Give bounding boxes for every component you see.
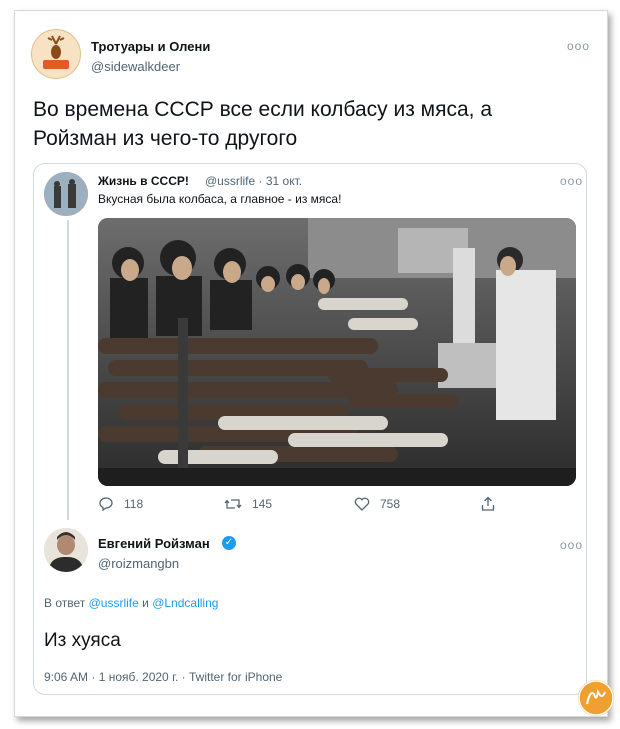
more-options-icon[interactable]: ооо — [567, 39, 590, 53]
author-name[interactable]: Тротуары и Олени — [91, 39, 210, 54]
reply-more-options-icon[interactable]: ооо — [560, 538, 583, 552]
reply-text: Из хуяса — [44, 630, 121, 651]
reply-author-handle[interactable]: @roizmangbn — [98, 556, 179, 571]
deer-logo-icon — [32, 30, 80, 78]
reply-icon — [99, 497, 113, 512]
tweet-text: Во времена СССР все если колбасу из мяса… — [33, 98, 493, 150]
quote-actions-bar: 118 145 758 — [98, 496, 518, 516]
quote-author-name[interactable]: Жизнь в СССР! — [98, 174, 189, 188]
share-action[interactable] — [480, 496, 496, 512]
quote-photo[interactable] — [98, 218, 576, 486]
watermark-logo-icon — [578, 680, 614, 716]
heart-icon — [354, 497, 370, 511]
reply-action[interactable]: 118 — [98, 496, 143, 512]
verified-badge-icon: ✓ — [222, 536, 236, 550]
share-icon — [481, 496, 495, 511]
monument-icon — [44, 172, 88, 216]
person-avatar-icon — [44, 528, 88, 572]
like-action[interactable]: 758 — [354, 496, 400, 512]
retweet-count: 145 — [252, 497, 273, 511]
replying-to: В ответ @ussrlife и @Lndcalling — [44, 596, 218, 610]
tweet-timestamp-meta[interactable]: 9:06 AM · 1 нояб. 2020 г. · Twitter for … — [44, 670, 282, 684]
replying-to-conjunction: и — [142, 596, 149, 610]
replying-to-prefix: В ответ — [44, 596, 86, 610]
quote-author-handle[interactable]: @ussrlife · 31 окт. — [205, 174, 302, 188]
author-avatar[interactable] — [31, 29, 81, 79]
sausage-counter-photo — [98, 218, 576, 486]
watermark-logo — [578, 680, 614, 716]
quote-avatar[interactable] — [44, 172, 88, 216]
reply-count: 118 — [124, 497, 144, 511]
retweet-action[interactable]: 145 — [224, 496, 272, 512]
author-handle[interactable]: @sidewalkdeer — [91, 59, 180, 74]
tweet-card: Тротуары и Олени @sidewalkdeer ооо Во вр… — [14, 10, 614, 717]
quote-more-options-icon[interactable]: ооо — [560, 174, 583, 188]
reply-author-name[interactable]: Евгений Ройзман — [98, 536, 210, 551]
reply-avatar[interactable] — [44, 528, 88, 572]
like-count: 758 — [380, 497, 401, 511]
thread-connector-line — [67, 220, 69, 520]
quoted-thread[interactable]: Жизнь в СССР! @ussrlife · 31 окт. ооо Вк… — [33, 163, 587, 695]
mention-ussrlife[interactable]: @ussrlife — [89, 596, 139, 610]
retweet-icon — [224, 499, 242, 509]
mention-lndcalling[interactable]: @Lndcalling — [152, 596, 218, 610]
quote-text: Вкусная была колбаса, а главное - из мяс… — [98, 192, 342, 206]
